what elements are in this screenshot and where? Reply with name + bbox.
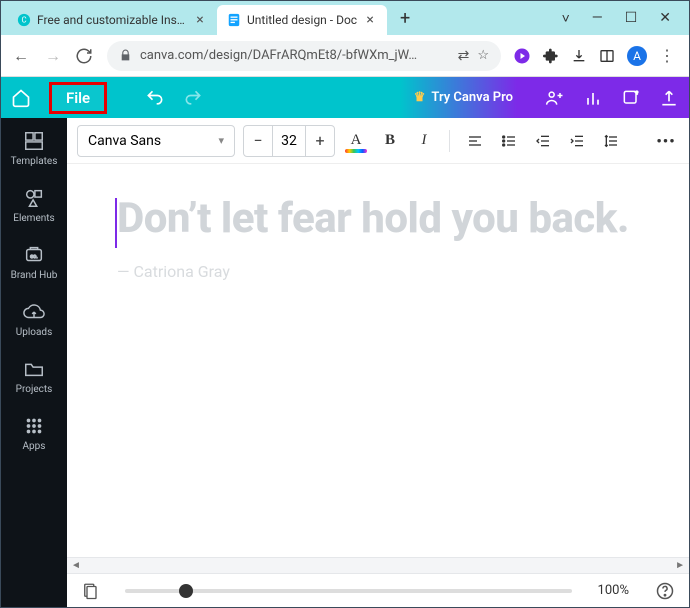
quote-text[interactable]: Don’t let fear hold you back. <box>117 194 639 244</box>
list-button[interactable] <box>496 128 522 154</box>
browser-titlebar: C Free and customizable Instag × Untitle… <box>1 1 689 35</box>
magic-icon[interactable] <box>621 88 641 108</box>
redo-button[interactable] <box>183 88 203 108</box>
sidebar-label-templates: Templates <box>11 156 58 167</box>
profile-avatar[interactable]: A <box>627 46 647 66</box>
close-window-icon[interactable]: ✕ <box>659 10 671 26</box>
rainbow-underline-icon <box>345 149 367 153</box>
scroll-left-icon[interactable]: ◄ <box>71 560 81 571</box>
chevron-down-icon: ▾ <box>218 134 224 147</box>
text-cursor <box>115 198 117 248</box>
translate-icon[interactable]: ⇄ <box>458 48 470 64</box>
format-toolbar: Canva Sans ▾ − 32 + A B I <box>67 118 689 164</box>
canva-toolbar: File ♛ Try Canva Pro <box>1 77 689 118</box>
spacing-button[interactable] <box>598 128 624 154</box>
analytics-icon[interactable] <box>583 88 603 108</box>
export-icon[interactable] <box>659 88 679 108</box>
download-icon[interactable] <box>571 48 587 64</box>
star-icon[interactable]: ☆ <box>477 48 489 63</box>
quote-content: Don’t let fear hold you back. <box>117 194 629 243</box>
side-panel: Templates Elements co. Brand Hub Uploads… <box>1 118 67 607</box>
zoom-slider-thumb[interactable] <box>179 584 193 598</box>
panel-icon[interactable] <box>599 48 615 64</box>
bold-button[interactable]: B <box>377 128 403 154</box>
sidebar-item-projects[interactable]: Projects <box>1 358 67 395</box>
lock-icon <box>119 49 132 62</box>
zoom-slider[interactable] <box>125 589 572 593</box>
document-canvas[interactable]: Don’t let fear hold you back. — Catriona… <box>67 164 689 557</box>
zoom-level[interactable]: 100% <box>598 583 629 598</box>
kebab-menu-icon[interactable]: ⋮ <box>659 46 675 65</box>
try-canva-pro-label: Try Canva Pro <box>431 90 513 105</box>
quote-attribution[interactable]: — Catriona Gray <box>117 262 639 281</box>
editor-footer: 100% <box>67 573 689 607</box>
outdent-button[interactable] <box>530 128 556 154</box>
divider <box>449 130 450 152</box>
favicon-doc <box>227 13 241 27</box>
sidebar-item-elements[interactable]: Elements <box>1 187 67 224</box>
help-icon[interactable] <box>655 581 675 601</box>
font-size-increase[interactable]: + <box>306 126 334 156</box>
sidebar-item-brand-hub[interactable]: co. Brand Hub <box>1 244 67 281</box>
close-icon[interactable]: × <box>363 13 377 27</box>
align-button[interactable] <box>462 128 488 154</box>
play-extension-icon[interactable] <box>513 47 531 65</box>
pages-icon[interactable] <box>81 582 99 600</box>
more-options-button[interactable]: ••• <box>653 128 679 154</box>
favicon-canva: C <box>17 13 31 27</box>
indent-button[interactable] <box>564 128 590 154</box>
svg-text:co.: co. <box>30 254 37 260</box>
home-icon[interactable] <box>11 88 31 108</box>
sidebar-label-uploads: Uploads <box>16 327 52 338</box>
font-name: Canva Sans <box>88 133 161 149</box>
sidebar-label-elements: Elements <box>13 213 54 224</box>
sidebar-label-apps: Apps <box>23 441 46 452</box>
reload-button[interactable] <box>75 47 95 65</box>
font-size-value[interactable]: 32 <box>272 126 306 156</box>
font-size-decrease[interactable]: − <box>244 126 272 156</box>
browser-tab-1[interactable]: C Free and customizable Instag × <box>7 5 217 35</box>
back-button[interactable]: ← <box>11 46 31 66</box>
sidebar-item-templates[interactable]: Templates <box>1 130 67 167</box>
crown-icon: ♛ <box>414 90 426 105</box>
sidebar-label-projects: Projects <box>16 384 53 395</box>
try-canva-pro-button[interactable]: ♛ Try Canva Pro <box>414 90 513 105</box>
window-controls: ˅ — ☐ ✕ <box>562 1 689 35</box>
close-icon[interactable]: × <box>193 13 207 27</box>
address-bar[interactable]: canva.com/design/DAFrARQmEt8/-bfWXm_jW… … <box>107 41 501 71</box>
browser-url-bar: ← → canva.com/design/DAFrARQmEt8/-bfWXm_… <box>1 35 689 77</box>
new-tab-button[interactable]: + <box>391 8 419 29</box>
share-users-icon[interactable] <box>545 88 565 108</box>
font-picker[interactable]: Canva Sans ▾ <box>77 125 235 157</box>
maximize-icon[interactable]: ☐ <box>625 10 638 26</box>
minimize-icon[interactable]: — <box>592 10 603 26</box>
tab-title-1: Free and customizable Instag <box>37 13 187 27</box>
text-color-button[interactable]: A <box>343 128 369 154</box>
chevron-down-icon[interactable]: ˅ <box>562 10 570 27</box>
url-text: canva.com/design/DAFrARQmEt8/-bfWXm_jW… <box>140 48 450 63</box>
browser-tab-2[interactable]: Untitled design - Doc × <box>217 5 387 35</box>
forward-button: → <box>43 46 63 66</box>
scroll-right-icon[interactable]: ► <box>675 560 685 571</box>
extensions-icon[interactable] <box>543 48 559 64</box>
undo-button[interactable] <box>145 88 165 108</box>
text-color-letter: A <box>351 132 362 149</box>
sidebar-item-apps[interactable]: Apps <box>1 415 67 452</box>
italic-button[interactable]: I <box>411 128 437 154</box>
sidebar-item-uploads[interactable]: Uploads <box>1 301 67 338</box>
tab-title-2: Untitled design - Doc <box>247 13 357 27</box>
font-size-stepper: − 32 + <box>243 125 335 157</box>
horizontal-scrollbar[interactable]: ◄ ► <box>67 557 689 573</box>
svg-text:C: C <box>21 16 26 25</box>
file-menu[interactable]: File <box>49 82 107 114</box>
sidebar-label-brand-hub: Brand Hub <box>11 270 58 281</box>
